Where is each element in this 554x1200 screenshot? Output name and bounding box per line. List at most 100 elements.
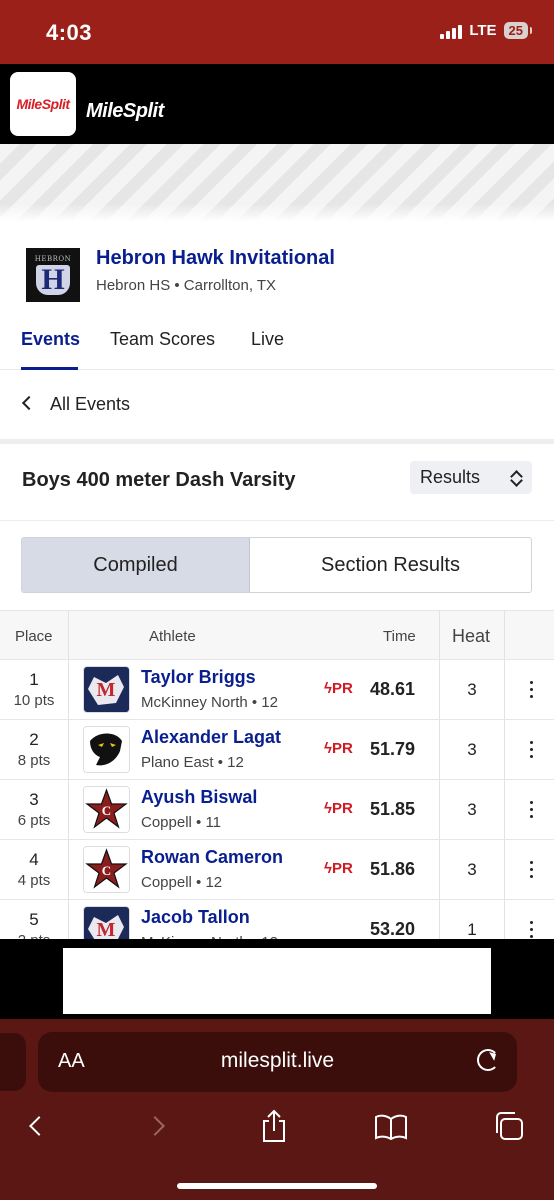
place-points: 10 pts xyxy=(13,692,55,709)
tabs-icon[interactable] xyxy=(493,1111,525,1141)
place-number: 4 xyxy=(29,850,39,869)
column-divider xyxy=(504,611,505,659)
place-cell: 2 8 pts xyxy=(0,731,68,770)
column-divider xyxy=(68,660,69,719)
results-mode-toggle: Compiled Section Results xyxy=(21,537,532,593)
table-row[interactable]: 2 8 pts Alexander Lagat Plano East • 12 ϟ… xyxy=(0,720,554,780)
section-divider xyxy=(0,439,554,444)
pr-badge: ϟPR xyxy=(324,740,353,757)
svg-text:C: C xyxy=(102,863,111,878)
more-options-icon[interactable] xyxy=(526,921,536,938)
column-divider xyxy=(68,611,69,659)
place-number: 5 xyxy=(29,910,39,929)
place-points: 4 pts xyxy=(17,872,51,889)
previous-tab-preview[interactable] xyxy=(0,1033,26,1091)
athlete-team: McKinney North • 12 xyxy=(141,694,278,711)
meet-title[interactable]: Hebron Hawk Invitational xyxy=(96,247,335,270)
header-athlete: Athlete xyxy=(149,628,196,645)
app-logo[interactable]: MileSplit xyxy=(10,72,76,136)
divider xyxy=(0,520,554,521)
tab-events[interactable]: Events xyxy=(21,329,80,350)
results-table: Place Athlete Time Heat 1 10 pts M Taylor… xyxy=(0,610,554,960)
svg-text:M: M xyxy=(97,919,116,941)
more-options-icon[interactable] xyxy=(526,861,536,878)
column-divider xyxy=(439,611,440,659)
athlete-team: Plano East • 12 xyxy=(141,754,244,771)
share-icon[interactable] xyxy=(260,1109,288,1143)
place-number: 1 xyxy=(29,670,39,689)
all-events-link[interactable]: All Events xyxy=(0,370,554,440)
athlete-name[interactable]: Alexander Lagat xyxy=(141,727,281,748)
lightning-icon: ϟ xyxy=(324,860,332,877)
pr-badge: ϟPR xyxy=(324,860,353,877)
view-select[interactable]: Results xyxy=(410,461,532,494)
more-options-icon[interactable] xyxy=(526,681,536,698)
column-divider xyxy=(504,720,505,779)
pr-label: PR xyxy=(331,800,353,817)
column-divider xyxy=(68,780,69,839)
pr-label: PR xyxy=(331,680,353,697)
section-results-button[interactable]: Section Results xyxy=(250,538,531,592)
lightning-icon: ϟ xyxy=(324,800,332,817)
site-header: MileSplit MileSplit xyxy=(0,64,554,144)
place-points: 8 pts xyxy=(17,752,51,769)
table-row[interactable]: 1 10 pts M Taylor Briggs McKinney North •… xyxy=(0,660,554,720)
athlete-name[interactable]: Jacob Tallon xyxy=(141,907,250,928)
bookmarks-icon[interactable] xyxy=(374,1113,408,1141)
browser-chrome: AA milesplit.live xyxy=(0,1019,554,1200)
column-divider xyxy=(504,780,505,839)
column-divider xyxy=(504,660,505,719)
place-number: 2 xyxy=(29,730,39,749)
meet-logo-letter: H xyxy=(36,265,70,295)
column-divider xyxy=(504,840,505,899)
result-time: 53.20 xyxy=(370,919,416,939)
event-title: Boys 400 meter Dash Varsity xyxy=(22,469,296,491)
ad-banner xyxy=(0,939,554,1019)
heat-number: 3 xyxy=(467,860,477,879)
athlete-name[interactable]: Ayush Biswal xyxy=(141,787,257,808)
ad-slot[interactable] xyxy=(63,948,491,1014)
result-time: 51.79 xyxy=(370,739,416,759)
forward-icon[interactable] xyxy=(145,1116,165,1136)
result-time: 51.86 xyxy=(370,859,416,879)
status-indicators: LTE 25 xyxy=(440,22,533,39)
athlete-team: Coppell • 11 xyxy=(141,814,222,831)
mckinney-north-logo: M xyxy=(83,666,130,713)
table-row[interactable]: 44 pts C Rowan Cameron Coppell • 12 ϟPR … xyxy=(0,840,554,900)
chevron-left-icon xyxy=(21,395,37,411)
address-bar[interactable]: AA milesplit.live xyxy=(38,1032,517,1092)
place-cell: 3 6 pts xyxy=(0,791,68,830)
home-indicator xyxy=(177,1183,377,1189)
place-cell: 1 10 pts xyxy=(0,671,68,710)
tab-team-scores[interactable]: Team Scores xyxy=(110,329,215,350)
view-select-value: Results xyxy=(420,467,481,487)
signal-icon xyxy=(440,23,463,39)
table-header: Place Athlete Time Heat xyxy=(0,610,554,660)
athlete-name[interactable]: Rowan Cameron xyxy=(141,847,283,868)
reload-icon[interactable] xyxy=(477,1049,499,1071)
compiled-button[interactable]: Compiled xyxy=(22,538,250,592)
svg-text:M: M xyxy=(97,679,116,701)
column-divider xyxy=(68,720,69,779)
heat-number: 1 xyxy=(467,920,477,939)
table-row[interactable]: 3 6 pts C Ayush Biswal Coppell • 11 ϟPR 5… xyxy=(0,780,554,840)
athlete-team: Coppell • 12 xyxy=(141,874,223,891)
lightning-icon: ϟ xyxy=(324,680,332,697)
app-logo-text: MileSplit xyxy=(16,96,70,112)
coppell-logo: C xyxy=(83,786,130,833)
browser-toolbar xyxy=(0,1105,554,1165)
result-time: 51.85 xyxy=(370,799,416,819)
back-icon[interactable] xyxy=(29,1116,49,1136)
lightning-icon: ϟ xyxy=(324,740,332,757)
heat-number: 3 xyxy=(467,680,477,699)
more-options-icon[interactable] xyxy=(526,801,536,818)
athlete-name[interactable]: Taylor Briggs xyxy=(141,667,256,688)
pr-label: PR xyxy=(331,860,353,877)
more-options-icon[interactable] xyxy=(526,741,536,758)
chevron-updown-icon xyxy=(510,470,522,486)
meet-logo: HEBRON H xyxy=(26,248,80,302)
plano-east-logo xyxy=(83,726,130,773)
meet-location: Hebron HS • Carrollton, TX xyxy=(96,277,277,294)
site-wordmark[interactable]: MileSplit xyxy=(86,100,164,123)
tab-live[interactable]: Live xyxy=(251,329,284,350)
